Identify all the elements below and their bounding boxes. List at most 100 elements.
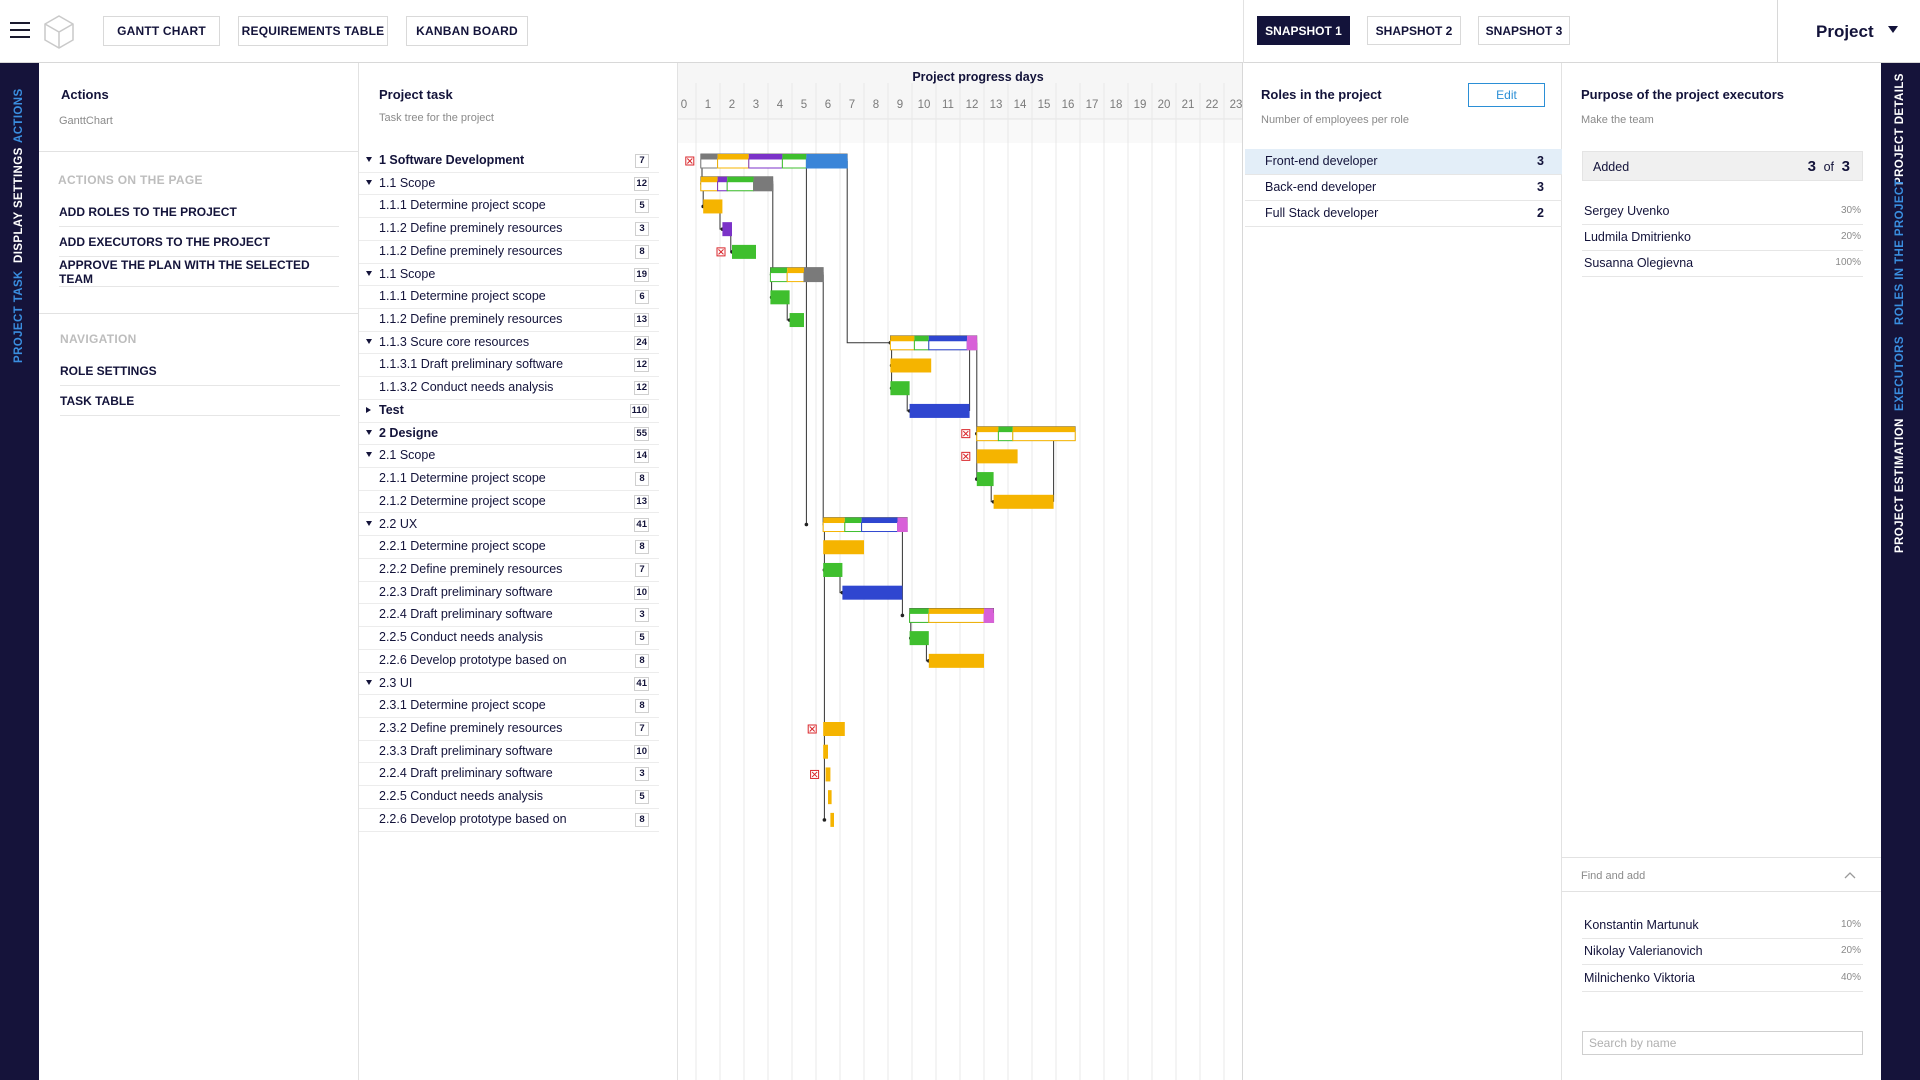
role-row[interactable]: Back-end developer 3 — [1245, 175, 1562, 201]
view-kanban-board-button[interactable]: KANBAN BOARD — [406, 16, 528, 46]
menu-icon[interactable] — [10, 22, 30, 40]
task-row[interactable]: 1.1.3.1 Draft preliminary software 12 — [359, 354, 659, 378]
tab-roles-in-the-project[interactable]: ROLES IN THE PROJECT — [1894, 179, 1906, 325]
caret-down-icon[interactable] — [366, 429, 372, 435]
role-row[interactable]: Full Stack developer 2 — [1245, 201, 1562, 227]
caret-down-icon[interactable] — [366, 270, 372, 276]
role-name: Back-end developer — [1265, 180, 1377, 194]
tab-executors[interactable]: EXECUTORS — [1894, 336, 1906, 411]
project-select[interactable]: Project — [1777, 0, 1920, 63]
view-requirements-table-button[interactable]: REQUIREMENTS TABLE — [238, 16, 388, 46]
added-count: 3 — [1807, 158, 1816, 175]
tab-project-estimation[interactable]: PROJECT ESTIMATION — [1894, 418, 1906, 553]
add-executors-link[interactable]: ADD EXECUTORS TO THE PROJECT — [59, 227, 339, 257]
candidate-row[interactable]: Milnichenko Viktoria 40% — [1582, 966, 1863, 992]
team-member-row[interactable]: Sergey Uvenko 30% — [1582, 199, 1863, 225]
task-label: 2.2.5 Conduct needs analysis — [379, 630, 543, 645]
candidate-name: Milnichenko Viktoria — [1584, 971, 1695, 985]
task-row[interactable]: 2.2.6 Develop prototype based on 8 — [359, 650, 659, 673]
task-row[interactable]: 2 Designe 55 — [359, 423, 659, 446]
task-row[interactable]: 2.2.5 Conduct needs analysis 5 — [359, 786, 659, 809]
summary-segment-body — [997, 431, 1014, 442]
task-bar — [830, 812, 834, 827]
candidate-row[interactable]: Konstantin Martunuk 10% — [1582, 913, 1863, 939]
snapshot-3-button[interactable]: SNAPSHOT 3 — [1478, 16, 1570, 45]
summary-segment-body — [844, 522, 863, 533]
add-roles-link[interactable]: ADD ROLES TO THE PROJECT — [59, 197, 339, 227]
task-label: 1.1.2 Define preminely resources — [379, 243, 563, 258]
chevron-up-icon[interactable] — [1844, 871, 1856, 879]
task-row[interactable]: 1.1 Scope 19 — [359, 264, 659, 287]
tab-display-settings[interactable]: DISPLAY SETTINGS — [13, 147, 25, 263]
task-count-badge: 55 — [634, 426, 649, 441]
task-count-badge: 41 — [634, 676, 649, 691]
caret-down-icon[interactable] — [366, 179, 372, 185]
task-row[interactable]: 1.1.3.2 Conduct needs analysis 12 — [359, 377, 659, 400]
caret-down-icon[interactable] — [366, 520, 372, 526]
task-label: 1.1.3 Scure core resources — [379, 334, 530, 349]
task-table-link[interactable]: TASK TABLE — [60, 386, 340, 416]
caret-down-icon[interactable] — [366, 338, 372, 344]
task-row[interactable]: 2.2.4 Draft preliminary software 3 — [359, 604, 659, 628]
member-load: 100% — [1835, 257, 1861, 268]
task-row[interactable]: 1.1.2 Define preminely resources 8 — [359, 241, 659, 264]
day-label: 20 — [1158, 99, 1171, 111]
task-row[interactable]: 1.1.1 Determine project scope 5 — [359, 195, 659, 219]
task-row[interactable]: 2.2.4 Draft preliminary software 3 — [359, 763, 659, 787]
task-row[interactable]: 2.3.3 Draft preliminary software 10 — [359, 741, 659, 764]
caret-down-icon[interactable] — [366, 157, 372, 162]
snapshot-2-button[interactable]: SHAPSHOT 2 — [1367, 16, 1461, 45]
tab-project-details[interactable]: PROJECT DETAILS — [1894, 73, 1906, 185]
task-row[interactable]: 2.1 Scope 14 — [359, 445, 659, 469]
day-label: 16 — [1062, 99, 1075, 111]
task-row[interactable]: 2.3.2 Define preminely resources 7 — [359, 718, 659, 741]
caret-down-icon[interactable] — [366, 452, 372, 458]
approve-plan-link[interactable]: APPROVE THE PLAN WITH THE SELECTED TEAM — [59, 257, 339, 287]
team-member-row[interactable]: Susanna Olegievna 100% — [1582, 251, 1863, 277]
task-row[interactable]: 2.2.2 Define preminely resources 7 — [359, 559, 659, 582]
edit-roles-button[interactable]: Edit — [1468, 83, 1545, 107]
caret-down-icon[interactable] — [366, 679, 372, 685]
divider — [1562, 857, 1881, 858]
search-executor-input[interactable]: Search by name — [1582, 1031, 1863, 1055]
task-bar — [828, 790, 832, 805]
task-row[interactable]: 2.3 UI 41 — [359, 673, 659, 696]
role-settings-link[interactable]: ROLE SETTINGS — [60, 356, 340, 386]
task-row[interactable]: 2.3.1 Determine project scope 8 — [359, 695, 659, 718]
day-label: 18 — [1110, 99, 1123, 111]
task-row[interactable]: 2.2.1 Determine project scope 8 — [359, 536, 659, 559]
task-row[interactable]: 2.2 UX 41 — [359, 514, 659, 537]
task-row[interactable]: 1 Software Development 7 — [359, 150, 659, 173]
tab-project-task[interactable]: PROJECT TASK — [13, 270, 25, 363]
task-row[interactable]: 2.2.3 Draft preliminary software 10 — [359, 582, 659, 605]
task-row[interactable]: 2.1.2 Determine project scope 13 — [359, 491, 659, 514]
task-row[interactable]: 2.2.6 Develop prototype based on 8 — [359, 809, 659, 832]
member-load: 20% — [1840, 231, 1861, 242]
summary-segment-body — [909, 612, 930, 623]
member-name: Sergey Uvenko — [1584, 204, 1670, 218]
task-row[interactable]: 2.2.5 Conduct needs analysis 5 — [359, 627, 659, 650]
task-row[interactable]: 1.1.1 Determine project scope 6 — [359, 286, 659, 309]
task-count-badge: 8 — [635, 653, 649, 668]
role-row[interactable]: Front-end developer 3 — [1245, 149, 1562, 175]
summary-segment-body — [717, 181, 728, 192]
task-row[interactable]: 1.1 Scope 12 — [359, 173, 659, 196]
task-row[interactable]: 2.1.1 Determine project scope 8 — [359, 468, 659, 491]
task-label: 2.3.2 Define preminely resources — [379, 721, 563, 735]
task-row[interactable]: Test 110 — [359, 400, 659, 423]
candidate-row[interactable]: Nikolay Valerianovich 20% — [1582, 939, 1863, 965]
caret-right-icon[interactable] — [366, 406, 371, 413]
task-count-badge: 13 — [634, 313, 649, 328]
view-gantt-chart-button[interactable]: GANTT CHART — [103, 16, 220, 46]
task-count-badge: 12 — [634, 381, 649, 396]
team-member-row[interactable]: Ludmila Dmitrienko 20% — [1582, 225, 1863, 251]
task-label: 2.1 Scope — [379, 448, 436, 463]
task-row[interactable]: 1.1.3 Scure core resources 24 — [359, 332, 659, 355]
task-row[interactable]: 1.1.2 Define preminely resources 13 — [359, 309, 659, 332]
roles-subtitle: Number of employees per role — [1261, 114, 1409, 126]
task-label: 1.1.3.1 Draft preliminary software — [379, 357, 564, 372]
tab-actions[interactable]: ACTIONS — [13, 88, 25, 143]
task-label: 2.2.6 Develop prototype based on — [379, 652, 567, 667]
snapshot-1-button[interactable]: SNAPSHOT 1 — [1257, 16, 1350, 45]
task-row[interactable]: 1.1.2 Define preminely resources 3 — [359, 218, 659, 241]
